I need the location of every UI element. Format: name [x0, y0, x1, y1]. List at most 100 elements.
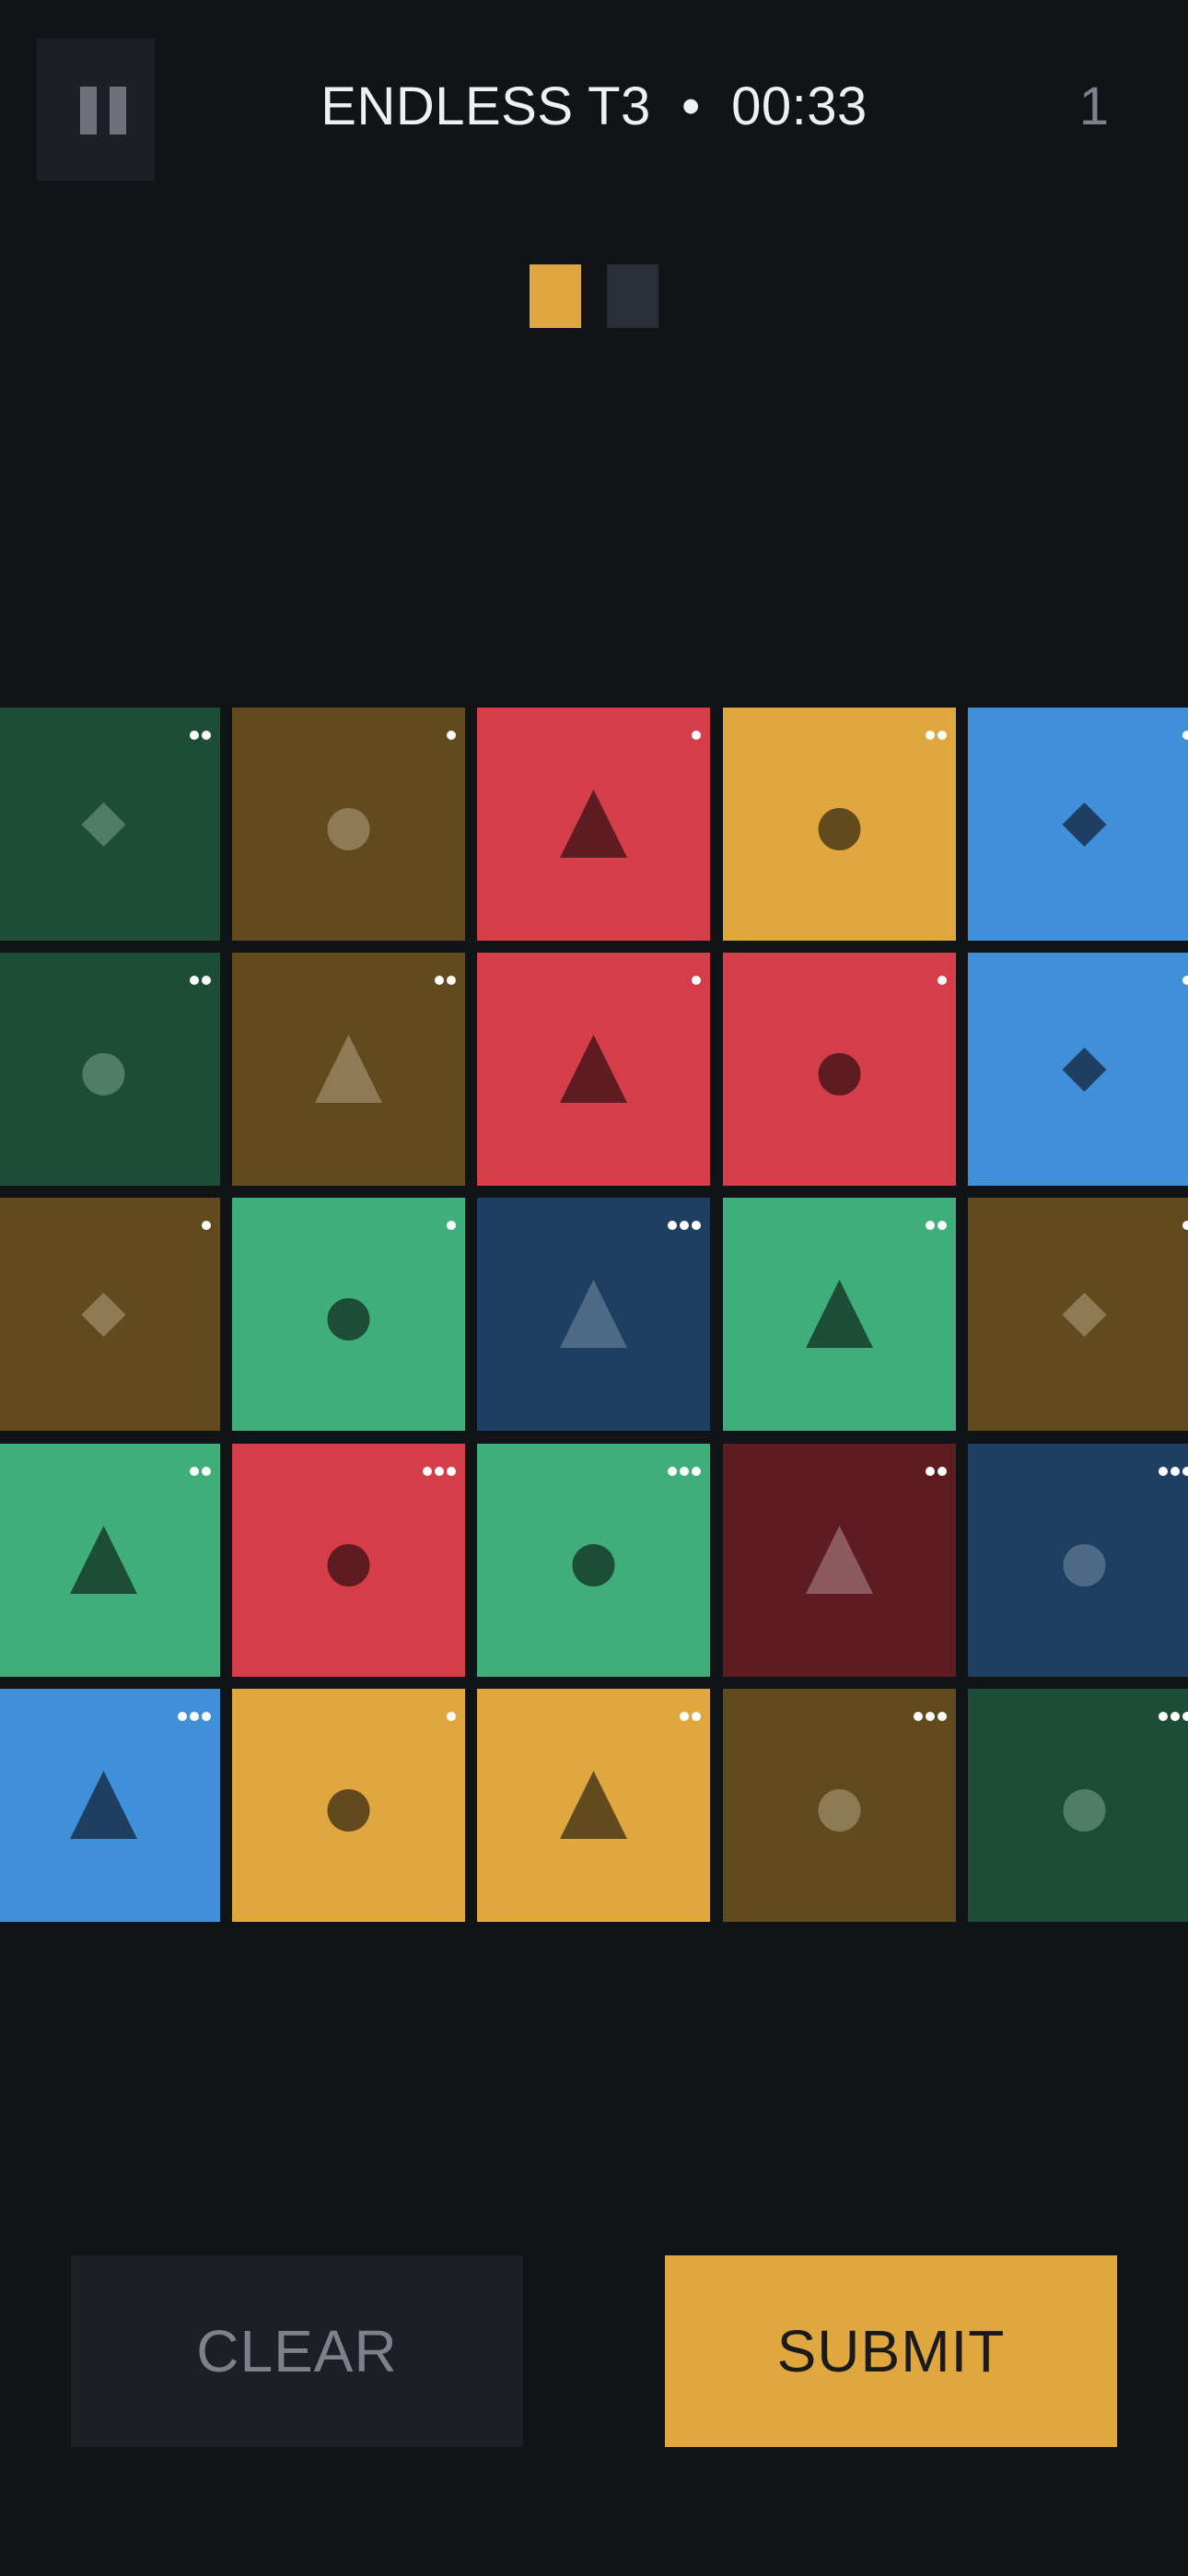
- dot: [938, 1467, 947, 1476]
- tile-r5-c5[interactable]: [968, 1689, 1188, 1922]
- dot: [1171, 1712, 1180, 1721]
- tile-r4-c2[interactable]: [232, 1444, 465, 1677]
- dot: [202, 1221, 211, 1230]
- dot: [680, 1712, 689, 1721]
- dots-indicator: [435, 976, 456, 985]
- tile-r2-c5[interactable]: [968, 953, 1188, 1186]
- dot: [447, 1221, 456, 1230]
- dot: [190, 1712, 199, 1721]
- sequence-indicator-active: [530, 264, 581, 328]
- tile-r5-c4[interactable]: [723, 1689, 956, 1922]
- triangle-icon: [70, 1771, 137, 1839]
- diamond-icon: [81, 802, 126, 847]
- dot: [447, 731, 456, 740]
- tile-r2-c1[interactable]: [0, 953, 220, 1186]
- dots-indicator: [926, 1467, 947, 1476]
- dots-indicator: [202, 1221, 211, 1230]
- dots-indicator: [668, 1221, 701, 1230]
- dot: [1182, 1467, 1188, 1476]
- dot: [692, 1712, 701, 1721]
- tile-r3-c3[interactable]: [477, 1198, 710, 1431]
- timer: 00:33: [731, 76, 868, 136]
- tile-r2-c3[interactable]: [477, 953, 710, 1186]
- triangle-icon: [560, 1035, 627, 1103]
- tile-r1-c4[interactable]: [723, 708, 956, 941]
- tile-r4-c5[interactable]: [968, 1444, 1188, 1677]
- tile-r1-c3[interactable]: [477, 708, 710, 941]
- tile-r2-c2[interactable]: [232, 953, 465, 1186]
- clear-button[interactable]: CLEAR: [71, 2255, 523, 2447]
- hud-status: ENDLESS T3 • 00:33: [0, 76, 1188, 137]
- dot: [692, 976, 701, 985]
- tile-r3-c5[interactable]: [968, 1198, 1188, 1431]
- triangle-icon: [806, 1280, 873, 1348]
- dots-indicator: [1182, 976, 1188, 985]
- dot: [202, 976, 211, 985]
- tile-r4-c3[interactable]: [477, 1444, 710, 1677]
- tile-r3-c1[interactable]: [0, 1198, 220, 1431]
- dot: [1182, 976, 1188, 985]
- dots-indicator: [926, 731, 947, 740]
- dot: [938, 1712, 947, 1721]
- triangle-icon: [315, 1035, 382, 1103]
- dot: [668, 1221, 677, 1230]
- circle-icon: [818, 808, 861, 850]
- tile-r4-c4[interactable]: [723, 1444, 956, 1677]
- dot: [914, 1712, 923, 1721]
- dot: [190, 731, 199, 740]
- dot: [680, 1221, 689, 1230]
- submit-button[interactable]: SUBMIT: [665, 2255, 1117, 2447]
- tile-r2-c4[interactable]: [723, 953, 956, 1186]
- circle-icon: [1063, 1544, 1106, 1587]
- dots-indicator: [668, 1467, 701, 1476]
- dot: [435, 1467, 444, 1476]
- dot: [190, 1467, 199, 1476]
- tile-r1-c1[interactable]: [0, 708, 220, 941]
- diamond-icon: [81, 1293, 126, 1337]
- tile-r5-c3[interactable]: [477, 1689, 710, 1922]
- dot: [447, 1467, 456, 1476]
- dots-indicator: [447, 1712, 456, 1721]
- tile-r1-c2[interactable]: [232, 708, 465, 941]
- dot: [447, 976, 456, 985]
- dot: [435, 976, 444, 985]
- tile-r5-c1[interactable]: [0, 1689, 220, 1922]
- tile-r1-c5[interactable]: [968, 708, 1188, 941]
- dot: [692, 1221, 701, 1230]
- dot: [1159, 1712, 1168, 1721]
- circle-icon: [327, 1298, 370, 1341]
- dot: [423, 1467, 432, 1476]
- circle-icon: [572, 1544, 615, 1587]
- circle-icon: [818, 1053, 861, 1095]
- tile-r3-c2[interactable]: [232, 1198, 465, 1431]
- triangle-icon: [560, 1280, 627, 1348]
- dots-indicator: [190, 1467, 211, 1476]
- dots-indicator: [926, 1221, 947, 1230]
- dots-indicator: [1159, 1712, 1188, 1721]
- dot: [202, 731, 211, 740]
- dot: [202, 1712, 211, 1721]
- dot: [1159, 1467, 1168, 1476]
- diamond-icon: [1062, 802, 1107, 847]
- dots-indicator: [938, 976, 947, 985]
- circle-icon: [818, 1789, 861, 1832]
- dot: [926, 731, 935, 740]
- dots-indicator: [692, 731, 701, 740]
- diamond-icon: [1062, 1293, 1107, 1337]
- dot: [1182, 1712, 1188, 1721]
- dots-indicator: [1182, 1221, 1188, 1230]
- dot: [926, 1712, 935, 1721]
- triangle-icon: [806, 1526, 873, 1594]
- dot: [926, 1467, 935, 1476]
- circle-icon: [327, 808, 370, 850]
- tile-r5-c2[interactable]: [232, 1689, 465, 1922]
- dots-indicator: [190, 976, 211, 985]
- dots-indicator: [178, 1712, 211, 1721]
- tile-r4-c1[interactable]: [0, 1444, 220, 1677]
- circle-icon: [327, 1544, 370, 1587]
- mode-label: ENDLESS T3: [320, 76, 651, 136]
- tile-r3-c4[interactable]: [723, 1198, 956, 1431]
- dot: [1182, 1221, 1188, 1230]
- circle-icon: [82, 1053, 125, 1095]
- dots-indicator: [1182, 731, 1188, 740]
